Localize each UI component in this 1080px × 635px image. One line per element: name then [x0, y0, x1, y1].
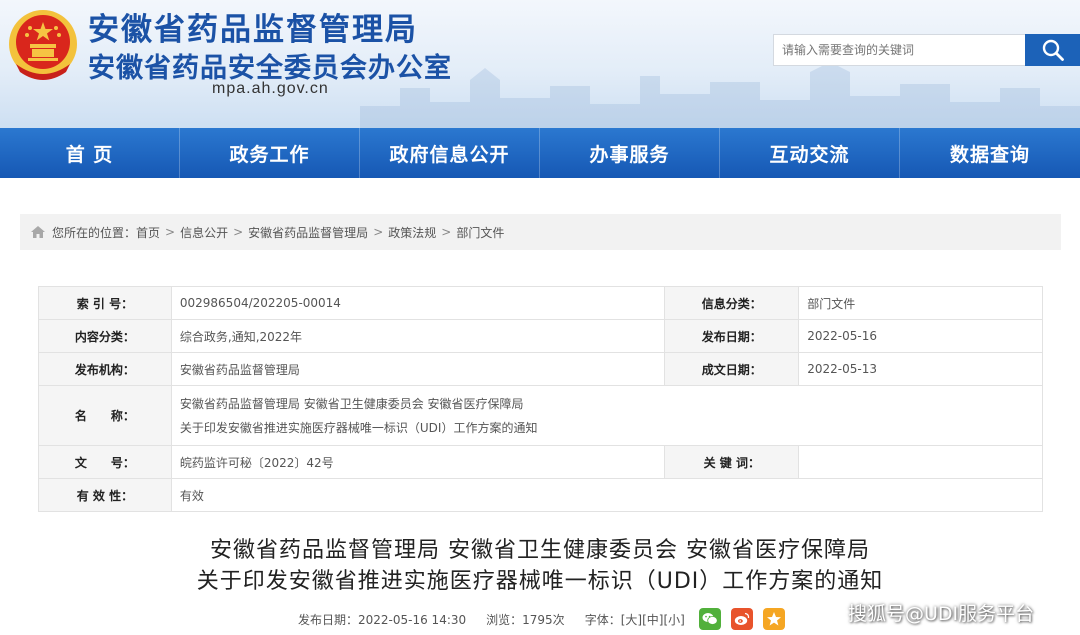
publish-date-label: 发布日期： [664, 319, 800, 353]
breadcrumb-item-home[interactable]: 首页 [136, 224, 160, 241]
article-title-line-2: 关于印发安徽省推进实施医疗器械唯一标识（UDI）工作方案的通知 [196, 569, 884, 594]
wechat-icon [702, 613, 718, 625]
index-label: 索 引 号： [38, 286, 172, 320]
table-row: 内容分类： 综合政务,通知,2022年 发布日期： 2022-05-16 [38, 319, 1043, 353]
validity-value: 有效 [170, 478, 1044, 512]
weibo-share-button[interactable] [730, 608, 753, 630]
main-nav: 首 页 政务工作 政府信息公开 办事服务 互动交流 数据查询 [0, 128, 1080, 178]
wechat-share-button[interactable] [698, 608, 721, 630]
weibo-icon [734, 612, 750, 625]
skyline-decoration [360, 62, 1080, 128]
doc-number-value: 皖药监许可秘〔2022〕42号 [170, 445, 666, 479]
content-category-label: 内容分类： [38, 319, 172, 353]
written-date-label: 成文日期： [664, 352, 800, 386]
nav-item-data-query[interactable]: 数据查询 [900, 128, 1080, 178]
breadcrumb-separator: > [373, 225, 384, 239]
doc-number-label: 文 号： [38, 445, 172, 479]
publish-date-value: 2022-05-16 [798, 319, 1043, 353]
keywords-label: 关 键 词： [664, 445, 800, 479]
written-date-value: 2022-05-13 [798, 352, 1043, 386]
watermark-text: 搜狐号@UDI服务平台 [848, 603, 1035, 625]
table-row: 文 号： 皖药监许可秘〔2022〕42号 关 键 词： [38, 445, 1043, 479]
font-size-large-link[interactable]: [大] [621, 611, 642, 628]
nav-item-government-work[interactable]: 政务工作 [180, 128, 360, 178]
nav-item-services[interactable]: 办事服务 [540, 128, 720, 178]
breadcrumb: 您所在的位置： 首页 > 信息公开 > 安徽省药品监督管理局 > 政策法规 > … [20, 214, 1061, 250]
search-icon [1042, 39, 1064, 61]
name-line-2: 关于印发安徽省推进实施医疗器械唯一标识（UDI）工作方案的通知 [179, 420, 538, 435]
table-row: 索 引 号： 002986504/202205-00014 信息分类： 部门文件 [38, 286, 1043, 320]
category-value: 部门文件 [798, 286, 1043, 320]
article-title-line-1: 安徽省药品监督管理局 安徽省卫生健康委员会 安徽省医疗保障局 [210, 538, 870, 563]
nav-item-info-disclosure[interactable]: 政府信息公开 [360, 128, 540, 178]
search-button[interactable] [1025, 34, 1080, 66]
publish-time: 发布日期：2022-05-16 14:30 [298, 612, 467, 627]
content-category-value: 综合政务,通知,2022年 [170, 319, 666, 353]
validity-label: 有 效 性： [38, 478, 172, 512]
table-row: 有 效 性： 有效 [38, 478, 1044, 512]
table-row: 名 称： 安徽省药品监督管理局 安徽省卫生健康委员会 安徽省医疗保障局 关于印发… [38, 385, 1044, 446]
qzone-share-button[interactable] [762, 608, 785, 630]
breadcrumb-item-info-disclosure[interactable]: 信息公开 [180, 224, 228, 241]
breadcrumb-item-dept-docs[interactable]: 部门文件 [456, 224, 504, 241]
breadcrumb-separator: > [165, 225, 176, 239]
article-meta: 发布日期：2022-05-16 14:30 浏览：1795次 字体： [大] [… [298, 604, 785, 634]
font-size-small-link[interactable]: [小] [663, 611, 684, 628]
nav-item-home[interactable]: 首 页 [0, 128, 180, 178]
breadcrumb-separator: > [233, 225, 244, 239]
site-header: 安徽省药品监督管理局 安徽省药品安全委员会办公室 mpa.ah.gov.cn [0, 0, 1080, 128]
name-label: 名 称： [38, 385, 172, 446]
publisher-label: 发布机构： [38, 352, 172, 386]
publisher-value: 安徽省药品监督管理局 [170, 352, 666, 386]
name-value: 安徽省药品监督管理局 安徽省卫生健康委员会 安徽省医疗保障局 关于印发安徽省推进… [170, 385, 1044, 446]
home-icon [31, 226, 45, 238]
table-row: 发布机构： 安徽省药品监督管理局 成文日期： 2022-05-13 [38, 352, 1043, 386]
font-size-medium-link[interactable]: [中] [642, 611, 663, 628]
view-count: 浏览：1795次 [486, 612, 565, 627]
search-input[interactable] [773, 34, 1025, 66]
font-size-label: 字体： [584, 612, 621, 627]
category-label: 信息分类： [664, 286, 800, 320]
site-url: mpa.ah.gov.cn [212, 80, 329, 97]
keywords-value [798, 445, 1043, 479]
breadcrumb-item-policy[interactable]: 政策法规 [388, 224, 436, 241]
nav-item-interaction[interactable]: 互动交流 [720, 128, 900, 178]
breadcrumb-prefix: 您所在的位置： [52, 225, 137, 240]
qzone-icon [766, 612, 781, 626]
name-line-1: 安徽省药品监督管理局 安徽省卫生健康委员会 安徽省医疗保障局 [179, 396, 524, 411]
national-emblem-icon [9, 10, 77, 80]
breadcrumb-item-bureau[interactable]: 安徽省药品监督管理局 [248, 224, 368, 241]
breadcrumb-separator: > [441, 225, 452, 239]
index-value: 002986504/202205-00014 [170, 286, 666, 320]
document-info-table: 索 引 号： 002986504/202205-00014 信息分类： 部门文件… [38, 286, 1044, 512]
site-title: 安徽省药品监督管理局 [88, 12, 418, 48]
